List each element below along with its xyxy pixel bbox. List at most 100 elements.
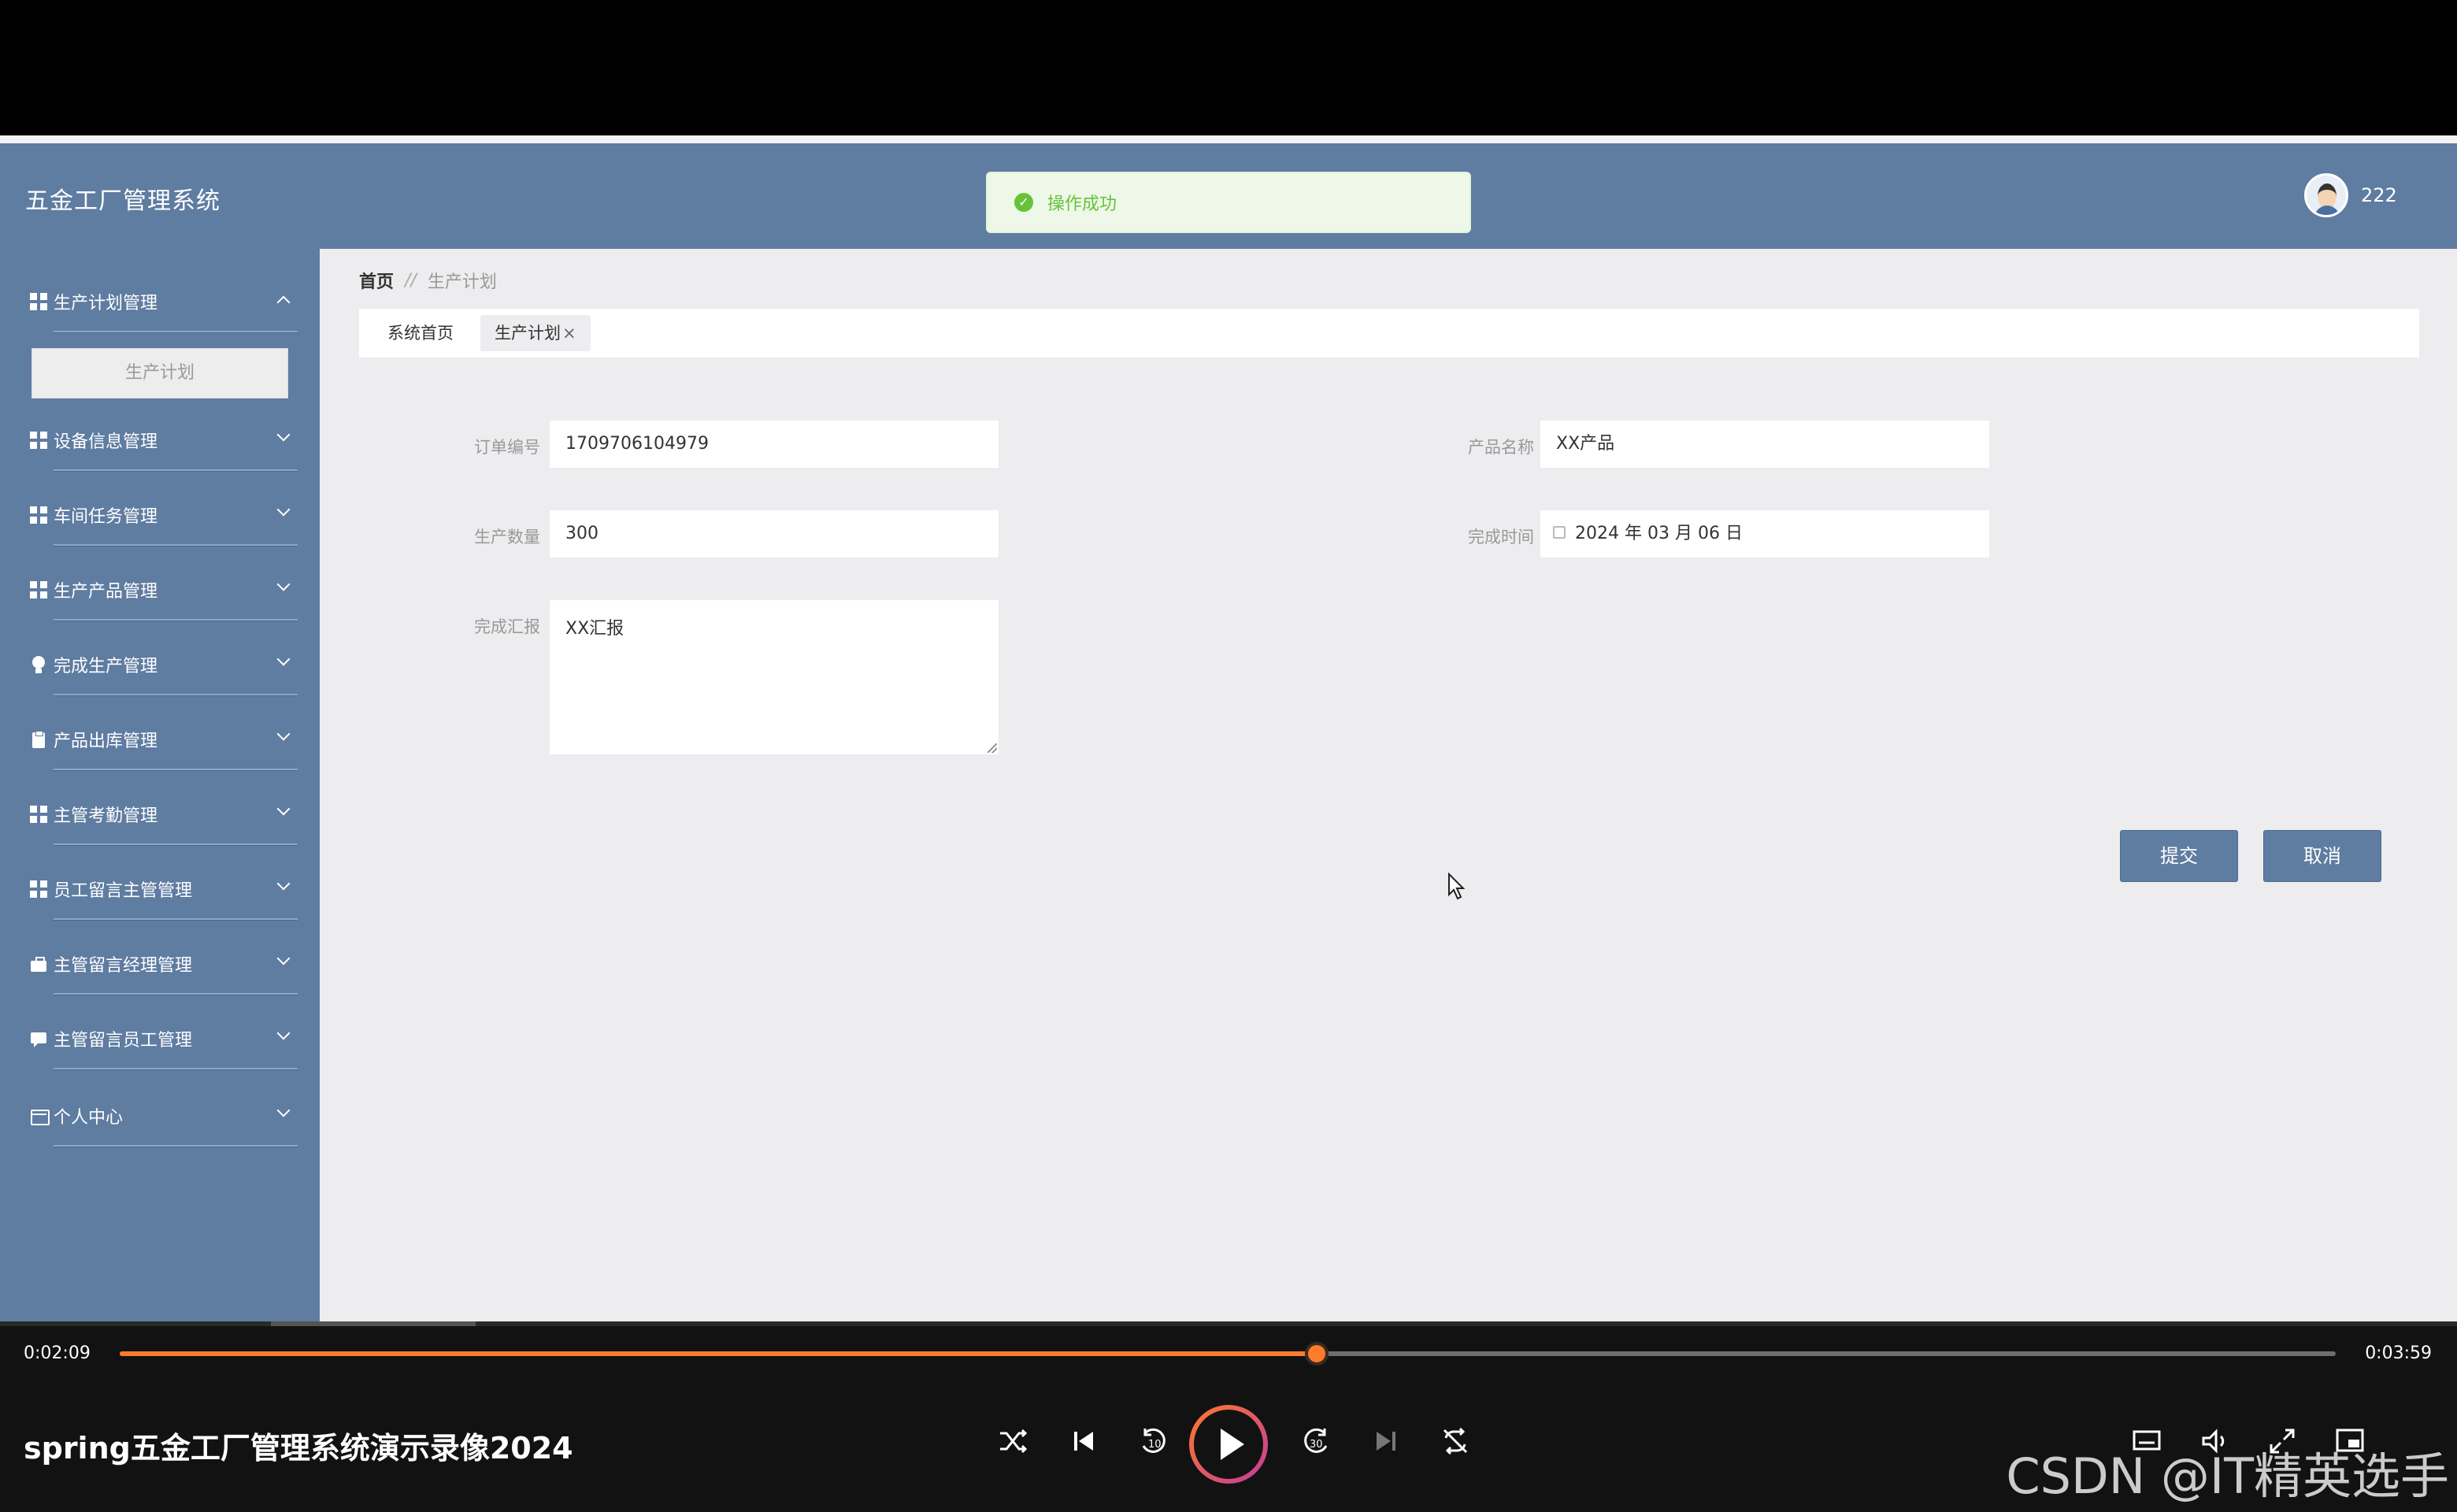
- divider: [54, 469, 298, 472]
- svg-text:10: 10: [1148, 1439, 1162, 1451]
- divider: [54, 843, 298, 846]
- divider: [54, 544, 298, 547]
- grid-icon: [30, 293, 47, 310]
- horizontal-scrollbar[interactable]: [0, 1321, 2457, 1326]
- sidebar-item-equipment[interactable]: 设备信息管理: [30, 411, 298, 474]
- sidebar-item-label: 完成生产管理: [54, 657, 158, 676]
- close-icon[interactable]: ×: [562, 324, 576, 343]
- divider: [54, 1145, 298, 1147]
- username[interactable]: 222: [2361, 184, 2397, 206]
- breadcrumb-current: 生产计划: [427, 272, 497, 292]
- sidebar-item-employee-messages[interactable]: 员工留言主管管理: [30, 860, 298, 923]
- sidebar-item-products[interactable]: 生产产品管理: [30, 561, 298, 624]
- divider: [54, 331, 298, 333]
- sidebar-item-attendance[interactable]: 主管考勤管理: [30, 785, 298, 848]
- divider: [54, 694, 298, 696]
- svg-text:30: 30: [1310, 1439, 1323, 1451]
- chevron-down-icon: [276, 1026, 291, 1040]
- play-icon: [1194, 1410, 1263, 1479]
- submenu-item-production-plan[interactable]: 生产计划: [32, 348, 288, 398]
- toast-message: 操作成功: [1047, 195, 1117, 214]
- tab-production-plan[interactable]: 生产计划×: [480, 315, 591, 351]
- card-icon: [30, 1107, 50, 1125]
- sidebar-item-outbound[interactable]: 产品出库管理: [30, 710, 298, 773]
- check-circle-icon: ✓: [1014, 193, 1033, 212]
- mouse-cursor-icon: [1447, 872, 1468, 904]
- scrollbar-thumb[interactable]: [271, 1321, 476, 1326]
- report-value: XX汇报: [565, 619, 624, 639]
- breadcrumb-home[interactable]: 首页: [359, 268, 394, 293]
- play-button[interactable]: [1189, 1405, 1268, 1484]
- grid-icon: [30, 806, 47, 823]
- rewind-10-icon[interactable]: 10: [1134, 1422, 1172, 1460]
- chevron-up-icon: [276, 295, 291, 309]
- sidebar-item-label: 主管考勤管理: [54, 806, 158, 826]
- sidebar-item-label: 设备信息管理: [54, 432, 158, 452]
- divider: [54, 619, 298, 621]
- divider: [54, 918, 298, 921]
- breadcrumb-separator: //: [405, 270, 417, 291]
- briefcase-icon: [30, 955, 47, 973]
- grid-icon: [30, 880, 47, 898]
- finish-time-picker[interactable]: 2024 年 03 月 06 日: [1540, 510, 1989, 558]
- sidebar-item-label: 主管留言经理管理: [54, 956, 193, 976]
- finish-time-value: 2024 年 03 月 06 日: [1575, 524, 1743, 543]
- sidebar-item-label: 车间任务管理: [54, 507, 158, 527]
- repeat-off-icon[interactable]: [1436, 1422, 1474, 1460]
- user-menu[interactable]: 222: [2304, 173, 2397, 217]
- sidebar: 生产计划管理 生产计划 设备信息管理 车间任务管理 生产产品管理 完成生产管理 …: [0, 249, 320, 1321]
- previous-icon[interactable]: [1065, 1422, 1102, 1460]
- order-no-label: 订单编号: [474, 438, 540, 457]
- watermark: CSDN @IT精英选手: [2006, 1447, 2449, 1505]
- order-no-input[interactable]: 1709706104979: [550, 421, 999, 468]
- sidebar-item-label: 产品出库管理: [54, 732, 158, 751]
- app-header: 五金工厂管理系统 ✓ 操作成功 222: [0, 143, 2457, 249]
- progress-bar[interactable]: [120, 1342, 2336, 1366]
- sidebar-item-workshop-tasks[interactable]: 车间任务管理: [30, 486, 298, 549]
- divider: [54, 769, 298, 771]
- next-icon[interactable]: [1367, 1422, 1405, 1460]
- bulb-icon: [30, 656, 47, 673]
- screen: 五金工厂管理系统 ✓ 操作成功 222 生产计划管理 生产计划 设备信息管理 车…: [0, 0, 2457, 1512]
- shuffle-icon[interactable]: [994, 1422, 1032, 1460]
- video-title: spring五金工厂管理系统演示录像2024: [24, 1431, 573, 1466]
- letterbox-top: [0, 0, 2457, 135]
- sidebar-item-label: 主管留言员工管理: [54, 1031, 193, 1051]
- chevron-down-icon: [276, 951, 291, 965]
- submit-button[interactable]: 提交: [2120, 830, 2238, 882]
- chevron-down-icon: [276, 577, 291, 591]
- divider: [54, 1068, 298, 1070]
- avatar[interactable]: [2304, 173, 2348, 217]
- report-textarea[interactable]: XX汇报: [550, 600, 999, 754]
- sidebar-item-manager-messages[interactable]: 主管留言经理管理: [30, 935, 298, 998]
- cancel-button[interactable]: 取消: [2263, 830, 2381, 882]
- chat-icon: [30, 1030, 47, 1047]
- quantity-input[interactable]: 300: [550, 510, 999, 558]
- top-edge-line: [0, 135, 2457, 143]
- product-name-input[interactable]: XX产品: [1540, 421, 1989, 468]
- chevron-down-icon: [276, 1103, 291, 1117]
- chevron-down-icon: [276, 876, 291, 891]
- sidebar-item-profile[interactable]: 个人中心: [30, 1087, 298, 1150]
- progress-knob[interactable]: [1304, 1342, 1329, 1366]
- sidebar-item-production-plan[interactable]: 生产计划管理: [30, 272, 298, 335]
- sidebar-item-supervisor-messages[interactable]: 主管留言员工管理: [30, 1010, 298, 1073]
- tabs-bar: 系统首页 生产计划×: [359, 309, 2419, 358]
- quantity-label: 生产数量: [474, 528, 540, 547]
- main-content: 首页 // 生产计划 系统首页 生产计划× 订单编号 1709706104979…: [320, 249, 2457, 1321]
- progress-fill: [120, 1351, 1317, 1356]
- calendar-icon: [1553, 526, 1566, 539]
- grid-icon: [30, 506, 47, 524]
- grid-icon: [30, 432, 47, 449]
- sidebar-item-label: 员工留言主管管理: [54, 881, 193, 901]
- chevron-down-icon: [276, 727, 291, 741]
- sidebar-item-label: 生产产品管理: [54, 582, 158, 602]
- forward-30-icon[interactable]: 30: [1298, 1422, 1336, 1460]
- tab-home[interactable]: 系统首页: [373, 315, 468, 351]
- video-player: 0:02:09 0:03:59 spring五金工厂管理系统演示录像2024 1…: [0, 1321, 2457, 1512]
- report-label: 完成汇报: [474, 617, 540, 636]
- sidebar-item-completed-production[interactable]: 完成生产管理: [30, 636, 298, 699]
- chevron-down-icon: [276, 802, 291, 816]
- current-time: 0:02:09: [24, 1343, 91, 1363]
- resize-handle-icon[interactable]: [988, 743, 997, 753]
